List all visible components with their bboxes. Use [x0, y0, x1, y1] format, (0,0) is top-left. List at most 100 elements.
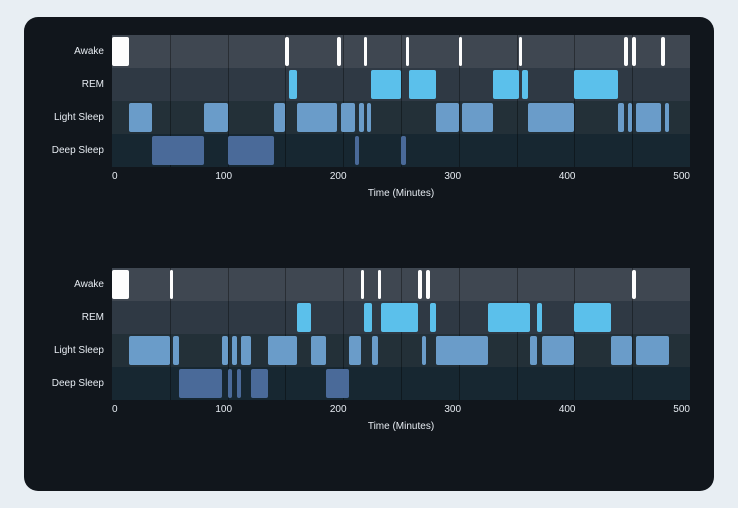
y-tick-label: Awake [38, 280, 104, 290]
sleep-segment [170, 270, 173, 299]
y-tick-label: REM [38, 313, 104, 323]
sleep-segment [661, 37, 664, 66]
sleep-segment [422, 336, 427, 365]
x-tick-label: 500 [673, 171, 690, 182]
y-tick-label: REM [38, 80, 104, 90]
sleep-segment [222, 336, 228, 365]
sleep-segment [297, 103, 337, 132]
sleep-segment [367, 103, 370, 132]
x-tick-label: 300 [444, 404, 461, 415]
sleep-segment [228, 369, 233, 398]
sleep-segment [355, 136, 360, 165]
sleep-segment [636, 336, 670, 365]
y-axis-labels: Awake REM Light Sleep Deep Sleep [38, 35, 112, 167]
y-tick-label: Awake [38, 47, 104, 57]
hypnogram-chart-1: Awake REM Light Sleep Deep Sleep 0 100 200 300 4… [38, 268, 690, 483]
x-tick-label: 0 [112, 171, 118, 182]
sleep-segment [542, 336, 574, 365]
sleep-segment [632, 37, 635, 66]
y-axis-labels: Awake REM Light Sleep Deep Sleep [38, 268, 112, 400]
x-tick-label: 300 [444, 171, 461, 182]
sleep-segment [364, 303, 372, 332]
x-tick-label: 0 [112, 404, 118, 415]
sleep-segment [179, 369, 222, 398]
sleep-segment [436, 103, 459, 132]
sleep-segment [204, 103, 227, 132]
x-tick-label: 200 [330, 171, 347, 182]
sleep-segment [337, 37, 340, 66]
sleep-segment [462, 103, 493, 132]
y-tick-label: Deep Sleep [38, 146, 104, 156]
sleep-segment [268, 336, 297, 365]
gridline [517, 268, 518, 400]
sleep-segment [297, 303, 311, 332]
sleep-segment [409, 70, 436, 99]
sleep-segment [381, 303, 418, 332]
sleep-segment [537, 303, 542, 332]
sleep-segment [459, 37, 462, 66]
plot-area [112, 35, 690, 167]
x-axis-label: Time (Minutes) [112, 415, 690, 432]
gridline [285, 268, 286, 400]
plot-area [112, 268, 690, 400]
sleep-segment [228, 136, 274, 165]
sleep-segment [430, 303, 436, 332]
x-tick-label: 100 [215, 171, 232, 182]
x-axis-ticks: 0100200300400500 [112, 167, 690, 182]
sleep-segment [326, 369, 349, 398]
sleep-segment [359, 103, 364, 132]
gridline [574, 268, 575, 400]
sleep-segment [519, 37, 522, 66]
sleep-segment [349, 336, 361, 365]
sleep-segment [574, 70, 618, 99]
sleep-segment [251, 369, 268, 398]
sleep-segment [528, 103, 574, 132]
sleep-segment [530, 336, 537, 365]
sleep-segment [426, 270, 429, 299]
sleep-segment [436, 336, 488, 365]
sleep-segment [371, 70, 401, 99]
sleep-segment [624, 37, 627, 66]
x-tick-label: 400 [559, 404, 576, 415]
sleep-segment [129, 103, 152, 132]
sleep-segment [406, 37, 409, 66]
sleep-segment [628, 103, 633, 132]
x-tick-label: 200 [330, 404, 347, 415]
x-axis-ticks: 0 100 200 300 400 500 [112, 400, 690, 415]
sleep-segment [632, 270, 635, 299]
sleep-segment [636, 103, 661, 132]
sleep-segment [285, 37, 288, 66]
sleep-segment [311, 336, 326, 365]
sleep-segment [232, 336, 237, 365]
gridline [459, 268, 460, 400]
sleep-segment [341, 103, 355, 132]
y-tick-label: Deep Sleep [38, 379, 104, 389]
sleep-segment [112, 270, 129, 299]
sleep-segment [401, 136, 406, 165]
x-tick-label: 500 [673, 404, 690, 415]
x-axis-label: Time (Minutes) [112, 182, 690, 199]
sleep-segment [361, 270, 364, 299]
y-tick-label: Light Sleep [38, 113, 104, 123]
sleep-segment [522, 70, 528, 99]
sleep-segment [488, 303, 531, 332]
sleep-segment [665, 103, 670, 132]
sleep-segment [112, 37, 129, 66]
sleep-segment [173, 336, 179, 365]
gridline [401, 268, 402, 400]
gridline [574, 35, 575, 167]
sleep-segment [493, 70, 518, 99]
sleep-segment [152, 136, 204, 165]
sleep-segment [237, 369, 242, 398]
gridline [343, 35, 344, 167]
sleep-segment [364, 37, 367, 66]
sleep-segment [574, 303, 611, 332]
sleep-segment [611, 336, 632, 365]
hypnogram-chart-0: AwakeREMLight SleepDeep Sleep01002003004… [38, 35, 690, 250]
x-tick-label: 100 [215, 404, 232, 415]
sleep-segment [274, 103, 286, 132]
sleep-segment [129, 336, 169, 365]
y-tick-label: Light Sleep [38, 346, 104, 356]
sleep-segment [289, 70, 297, 99]
sleep-segment [372, 336, 378, 365]
